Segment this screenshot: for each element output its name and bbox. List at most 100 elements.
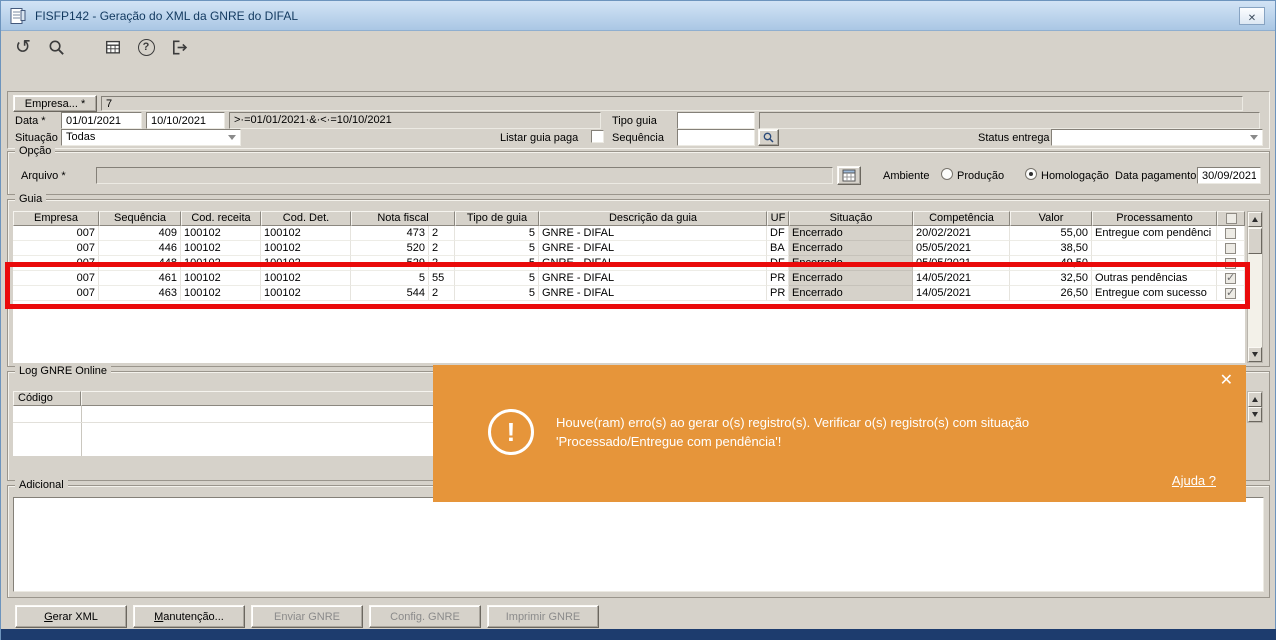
tipo-guia-input[interactable]	[677, 112, 755, 129]
arrow-up-icon	[1252, 397, 1258, 402]
scroll-up-button[interactable]	[1248, 392, 1262, 407]
log-codigo-header[interactable]: Código	[13, 391, 81, 406]
cell-valor: 38,50	[1010, 241, 1092, 256]
scrollbar-thumb[interactable]	[1248, 228, 1262, 254]
log-legend: Log GNRE Online	[15, 365, 112, 377]
cell-sequencia: 409	[99, 226, 181, 241]
data-pagamento-input[interactable]	[1197, 167, 1261, 184]
arquivo-label: Arquivo *	[21, 170, 66, 182]
table-row[interactable]: 007 409 100102 100102 473 2 5 GNRE - DIFAL DF Enc…	[13, 226, 1245, 241]
search-icon[interactable]	[44, 35, 68, 59]
guia-col-tipo_guia[interactable]: Tipo de guia	[455, 211, 539, 226]
config-gnre-button[interactable]: Config. GNRE	[369, 605, 481, 628]
cell-uf: DF	[767, 226, 789, 241]
scroll-down-button[interactable]	[1248, 407, 1262, 422]
calendar-icon[interactable]	[101, 35, 125, 59]
guia-col-uf[interactable]: UF	[767, 211, 789, 226]
data-end-input[interactable]	[146, 112, 225, 129]
homologacao-label: Homologação	[1041, 170, 1109, 182]
guia-col-descricao[interactable]: Descrição da guia	[539, 211, 767, 226]
cell-nota-fiscal-num: 520	[406, 242, 425, 254]
exit-icon[interactable]	[167, 35, 191, 59]
situacao-selected-value: Todas	[66, 131, 96, 143]
cell-valor: 55,00	[1010, 226, 1092, 241]
producao-radio[interactable]	[941, 168, 953, 180]
chevron-down-icon	[228, 135, 236, 140]
enviar-gnre-button[interactable]: Enviar GNRE	[251, 605, 363, 628]
guia-col-select[interactable]	[1217, 211, 1245, 226]
warning-icon: !	[488, 409, 534, 455]
cell-competencia: 20/02/2021	[913, 226, 1010, 241]
guia-col-sequencia[interactable]: Sequência	[99, 211, 181, 226]
log-column-divider	[81, 406, 82, 456]
cell-uf: BA	[767, 241, 789, 256]
guia-col-cod_det[interactable]: Cod. Det.	[261, 211, 351, 226]
cell-nota_fiscal: 473 2	[351, 226, 455, 241]
row-checkbox[interactable]	[1225, 242, 1236, 254]
window-title: FISFP142 - Geração do XML da GNRE do DIF…	[35, 8, 299, 23]
guia-legend: Guia	[15, 193, 47, 205]
data-label: Data *	[15, 115, 46, 127]
cell-empresa: 007	[13, 226, 99, 241]
close-icon	[1248, 9, 1256, 24]
log-scrollbar[interactable]	[1247, 391, 1263, 423]
cell-processamento	[1092, 241, 1217, 256]
tipo-guia-label: Tipo guia	[612, 115, 657, 127]
table-row[interactable]: 007 446 100102 100102 520 2 5 GNRE - DIFAL BA Enc…	[13, 241, 1245, 256]
guia-col-processamento[interactable]: Processamento	[1092, 211, 1217, 226]
guia-col-situacao[interactable]: Situação	[789, 211, 913, 226]
empresa-button[interactable]: Empresa... *	[13, 95, 97, 112]
arquivo-field[interactable]	[96, 167, 833, 184]
cell-competencia: 05/05/2021	[913, 241, 1010, 256]
listar-guia-paga-label: Listar guia paga	[500, 132, 579, 144]
situacao-select[interactable]: Todas	[61, 129, 241, 146]
cell-descricao: GNRE - DIFAL	[539, 226, 767, 241]
cell-select[interactable]	[1217, 226, 1245, 241]
guia-col-empresa[interactable]: Empresa	[13, 211, 99, 226]
listar-guia-paga-checkbox[interactable]	[591, 130, 604, 143]
producao-label: Produção	[957, 170, 1005, 182]
status-entrega-label: Status entrega	[978, 132, 1050, 144]
sequencia-input[interactable]	[677, 129, 755, 146]
cell-tipo_guia: 5	[455, 241, 539, 256]
homologacao-radio[interactable]	[1025, 168, 1037, 180]
help-icon[interactable]: ?	[134, 35, 158, 59]
exclamation-mark: !	[506, 417, 516, 447]
scroll-up-button[interactable]	[1248, 212, 1262, 227]
row-checkbox[interactable]	[1225, 227, 1236, 239]
status-entrega-select[interactable]	[1051, 129, 1263, 146]
cell-serie: 2	[428, 241, 454, 255]
manutencao-button[interactable]: Manutenção...	[133, 605, 245, 628]
guia-header: Empresa Sequência Cod. receita Cod. Det. Not…	[13, 211, 1245, 226]
gerar-xml-button[interactable]: Gerar XML	[15, 605, 127, 628]
guia-col-competencia[interactable]: Competência	[913, 211, 1010, 226]
cell-situacao: Encerrado	[789, 226, 913, 241]
scroll-down-button[interactable]	[1248, 347, 1262, 362]
toast-help-link[interactable]: Ajuda ?	[1172, 473, 1216, 488]
toolbar: ↺?	[11, 34, 191, 60]
cell-nota-fiscal-num: 473	[406, 227, 425, 239]
cell-tipo_guia: 5	[455, 226, 539, 241]
sequencia-zoom-button[interactable]	[758, 129, 779, 146]
guia-col-valor[interactable]: Valor	[1010, 211, 1092, 226]
adicional-textarea[interactable]	[13, 497, 1264, 592]
close-button[interactable]	[1239, 7, 1265, 25]
arrow-up-icon	[1252, 217, 1258, 222]
arquivo-browse-button[interactable]	[837, 166, 861, 185]
cell-descricao: GNRE - DIFAL	[539, 241, 767, 256]
cell-sequencia: 446	[99, 241, 181, 256]
titlebar: FISFP142 - Geração do XML da GNRE do DIF…	[1, 1, 1275, 31]
imprimir-gnre-button[interactable]: Imprimir GNRE	[487, 605, 599, 628]
highlight-rectangle	[5, 262, 1250, 309]
guia-col-cod_receita[interactable]: Cod. receita	[181, 211, 261, 226]
zoom-icon	[763, 132, 774, 143]
cell-select[interactable]	[1217, 241, 1245, 256]
data-range-expression: >·=01/01/2021·&·<·=10/10/2021	[229, 112, 601, 129]
undo-icon[interactable]: ↺	[11, 35, 35, 59]
data-start-input[interactable]	[61, 112, 142, 129]
guia-col-nota_fiscal[interactable]: Nota fiscal	[351, 211, 455, 226]
status-bar	[1, 629, 1276, 640]
select-all-checkbox[interactable]	[1225, 213, 1237, 224]
empresa-value-field: 7	[101, 96, 1243, 111]
toast-close-icon[interactable]	[1220, 370, 1233, 389]
